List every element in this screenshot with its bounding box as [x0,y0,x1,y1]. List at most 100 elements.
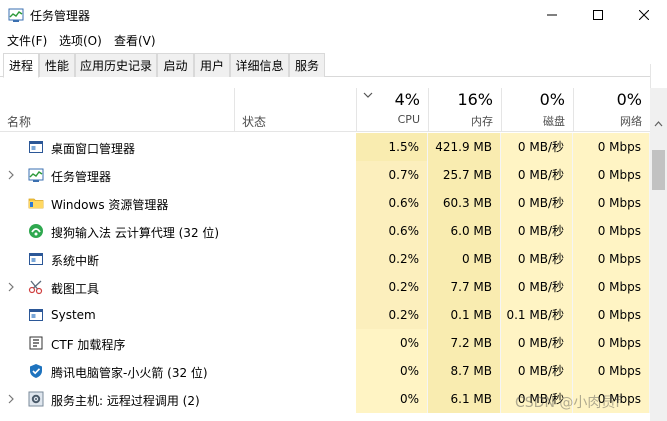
process-name: 腾讯电脑管家-小火箭 (32 位) [51,366,208,380]
sogou-icon [28,223,44,239]
process-cpu-value: 0.2% [356,273,428,301]
process-name: 系统中断 [51,254,100,268]
process-name: 服务主机: 远程过程调用 (2) [51,394,200,408]
process-row[interactable]: 系统中断 0.2% 0 MB 0 MB/秒 0 Mbps [0,245,650,273]
ctf-icon [28,335,44,351]
process-mem-value: 25.7 MB [428,161,501,189]
process-name: Windows 资源管理器 [51,198,169,212]
process-disk-value: 0 MB/秒 [501,273,573,301]
window-icon [28,139,44,155]
process-row[interactable]: 搜狗输入法 云计算代理 (32 位) 0.6% 6.0 MB 0 MB/秒 0 Mbps [0,217,650,245]
process-row[interactable]: CTF 加载程序 0% 7.2 MB 0 MB/秒 0 Mbps [0,329,650,357]
disk-percent: 0% [539,90,565,109]
process-disk-value: 0 MB/秒 [501,217,573,245]
process-disk-value: 0 MB/秒 [501,357,573,385]
chevron-right-icon[interactable] [6,168,16,182]
process-net-value: 0 Mbps [573,217,650,245]
process-row[interactable]: Windows 资源管理器 0.6% 60.3 MB 0 MB/秒 0 Mbps [0,189,650,217]
disk-label: 磁盘 [543,115,565,128]
tab-processes[interactable]: 进程 [3,53,39,78]
tab-users[interactable]: 用户 [194,53,230,77]
gear-icon [28,391,44,407]
process-row[interactable]: 截图工具 0.2% 7.7 MB 0 MB/秒 0 Mbps [0,273,650,301]
header-name[interactable]: 名称 [7,113,31,130]
header-edge [650,64,667,88]
tab-performance[interactable]: 性能 [39,53,75,77]
process-name: CTF 加载程序 [51,338,126,352]
memory-percent: 16% [457,90,493,109]
window-icon [28,251,44,267]
process-mem-value: 0 MB [428,245,501,273]
process-row[interactable]: 任务管理器 0.7% 25.7 MB 0 MB/秒 0 Mbps [0,161,650,189]
scroll-up-icon[interactable] [654,121,663,127]
header-status-col[interactable]: 状态 [234,88,356,132]
menu-view[interactable]: 查看(V) [114,32,156,49]
process-mem-value: 421.9 MB [428,133,501,161]
vertical-scrollbar[interactable] [650,88,667,421]
process-cpu-value: 1.5% [356,133,428,161]
process-row[interactable]: 桌面窗口管理器 1.5% 421.9 MB 0 MB/秒 0 Mbps [0,133,650,161]
network-percent: 0% [616,90,642,109]
process-name: System [51,308,96,322]
tab-startup[interactable]: 启动 [157,53,194,77]
window-title: 任务管理器 [30,9,91,23]
process-mem-value: 0.1 MB [428,301,501,329]
close-button[interactable] [621,0,667,30]
chevron-right-icon[interactable] [6,280,16,294]
process-cpu-value: 0.2% [356,301,428,329]
maximize-button[interactable] [575,0,621,30]
chevron-right-icon[interactable] [6,392,16,406]
cpu-label: CPU [397,113,420,126]
watermark: CSDN @小肉员f [515,395,621,411]
cpu-percent: 4% [394,90,420,109]
tab-details[interactable]: 详细信息 [230,53,289,77]
minimize-icon [547,14,557,16]
tab-strip: 进程 性能 应用历史记录 启动 用户 详细信息 服务 [0,53,667,78]
process-cpu-value: 0.7% [356,161,428,189]
process-row[interactable]: System 0.2% 0.1 MB 0.1 MB/秒 0 Mbps [0,301,650,329]
task-manager-icon [28,167,44,183]
process-net-value: 0 Mbps [573,161,650,189]
close-icon [639,10,649,20]
process-net-value: 0 Mbps [573,189,650,217]
process-name: 截图工具 [51,282,100,296]
process-cpu-value: 0% [356,385,428,413]
process-mem-value: 8.7 MB [428,357,501,385]
process-cpu-value: 0.6% [356,189,428,217]
window-icon [28,307,44,323]
header-status: 状态 [242,115,267,129]
header-disk[interactable]: 0% 磁盘 [501,88,573,132]
process-net-value: 0 Mbps [573,273,650,301]
process-mem-value: 60.3 MB [428,189,501,217]
scroll-thumb[interactable] [652,150,665,190]
scissors-icon [28,279,44,295]
task-manager-icon [8,8,24,22]
process-cpu-value: 0% [356,329,428,357]
tab-app-history[interactable]: 应用历史记录 [75,53,157,77]
minimize-button[interactable] [529,0,575,30]
menu-file[interactable]: 文件(F) [7,32,47,49]
process-mem-value: 7.2 MB [428,329,501,357]
process-net-value: 0 Mbps [573,329,650,357]
process-row[interactable]: 腾讯电脑管家-小火箭 (32 位) 0% 8.7 MB 0 MB/秒 0 Mbps [0,357,650,385]
process-name: 搜狗输入法 云计算代理 (32 位) [51,226,220,240]
process-name: 桌面窗口管理器 [51,142,136,156]
header-memory[interactable]: 16% 内存 [428,88,501,132]
tab-services[interactable]: 服务 [289,53,325,77]
maximize-icon [593,10,603,20]
process-disk-value: 0 MB/秒 [501,161,573,189]
process-disk-value: 0 MB/秒 [501,329,573,357]
process-disk-value: 0.1 MB/秒 [501,301,573,329]
process-disk-value: 0 MB/秒 [501,245,573,273]
process-mem-value: 7.7 MB [428,273,501,301]
process-cpu-value: 0.2% [356,245,428,273]
memory-label: 内存 [471,115,493,128]
process-mem-value: 6.1 MB [428,385,501,413]
menu-bar: 文件(F) 选项(O) 查看(V) [0,30,667,50]
header-network[interactable]: 0% 网络 [573,88,650,132]
menu-options[interactable]: 选项(O) [59,32,102,49]
title-bar: 任务管理器 [0,0,667,30]
header-cpu[interactable]: 4% CPU [356,88,428,132]
process-mem-value: 6.0 MB [428,217,501,245]
process-cpu-value: 0% [356,357,428,385]
